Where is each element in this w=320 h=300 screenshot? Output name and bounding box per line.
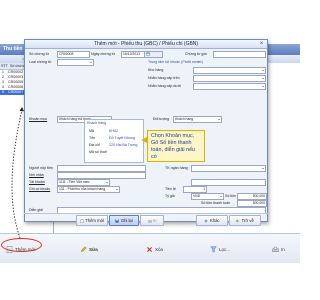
info-ten-value: Đỗ Tuyết Nhung (109, 136, 135, 140)
tai-khoan-extra-field[interactable] (191, 179, 266, 186)
print-button[interactable]: In (272, 237, 285, 261)
info-dia-chi-label: Địa chỉ (89, 143, 100, 147)
kho-hang-label: Kho hàng (148, 68, 164, 72)
save-disk-icon (115, 218, 119, 223)
so-chung-tu-field[interactable]: CR00008 (57, 51, 90, 58)
customer-info-box: Khách hàng Mã KH02 Tên Đỗ Tuyết Nhung Đị… (84, 119, 144, 163)
ghi-co-select[interactable]: 131 - Phải thu của khách hàng (57, 186, 120, 193)
ty-gia-field[interactable]: 1 (183, 186, 207, 193)
other-actions-icon (205, 219, 208, 222)
delete-x-icon (147, 246, 152, 252)
info-dia-chi-value: 120 Hai Bà Trưng (109, 143, 138, 147)
row-so-ct: CR00007 (8, 90, 24, 94)
nguoi-nop-field[interactable] (57, 165, 146, 172)
printer-icon (272, 246, 279, 252)
info-ma-label: Mã (89, 129, 94, 133)
ty-gia-label: Tỷ giá (165, 194, 175, 198)
back-button[interactable]: Trở về (229, 215, 261, 226)
kho-hang-select[interactable] (193, 67, 266, 74)
info-section-heading: Khách hàng (87, 121, 107, 125)
voucher-dialog: Thêm mới - Phiếu thu (GBC) / Phiếu chi (… (24, 39, 268, 222)
profit-center-heading: Trung tâm lợi nhuận (Profit center) (148, 60, 203, 64)
nguoi-nop-label: Người nộp tiền (29, 166, 53, 170)
so-tien-label: Số tiền (225, 194, 237, 198)
noi-nhan-label: Nơi nhận (29, 173, 44, 177)
khoan-muc-label: Khoản mục (29, 117, 48, 121)
loai-chung-tu-select[interactable] (57, 59, 94, 66)
doi-tuong-select[interactable]: Khách hàng (173, 116, 222, 123)
so-tien-field[interactable]: 500,000 (237, 193, 267, 200)
nhan-hang-cap-tren-label: Nhãn hàng cấp trên (148, 76, 180, 80)
back-label: Trở về (241, 218, 254, 223)
so-chung-tu-label: Số chứng từ (29, 52, 49, 56)
edit-button[interactable]: Sửa (80, 237, 98, 261)
row-stt: 5 (2, 90, 4, 94)
info-ma-value: KH02 (109, 129, 118, 133)
other-button[interactable]: Khác (196, 215, 228, 226)
close-icon[interactable]: × (258, 41, 265, 48)
dialog-print-button[interactable]: In (140, 215, 164, 226)
ngay-chung-tu-label: Ngày chứng từ (91, 52, 115, 56)
printer-icon (147, 219, 152, 222)
loai-chung-tu-label: Loại chứng từ (29, 60, 52, 64)
filter-funnel-icon (210, 245, 217, 253)
save-button[interactable]: Ghi lại (109, 215, 139, 226)
ngay-chung-tu-field[interactable]: 16/12/2013 (121, 51, 146, 58)
new-document-icon (80, 218, 84, 223)
calendar-button[interactable] (144, 51, 163, 58)
delete-label: Xóa (155, 246, 164, 252)
chung-tu-goc-label: Chứng từ gốc (185, 52, 208, 56)
nhan-hang-cap-duoi-label: Nhãn hàng cấp dưới (148, 84, 181, 88)
delete-button[interactable]: Xóa (146, 237, 163, 261)
tien-te-select[interactable]: VND (191, 193, 224, 200)
dialog-divider (24, 213, 270, 214)
filter-button[interactable]: Lọc... (210, 237, 230, 261)
back-arrow-icon (236, 219, 240, 222)
info-mst-label: Mã số thuế (89, 150, 107, 154)
col-header-stt: STT (1, 63, 8, 68)
filter-label: Lọc... (219, 246, 231, 252)
chung-tu-goc-field[interactable] (213, 51, 266, 58)
nhan-hang-cap-tren-select[interactable] (193, 75, 266, 82)
calendar-icon (146, 52, 150, 56)
highlight-ring (1, 238, 42, 252)
tk-ngan-hang-label: TK ngân hàng (165, 166, 188, 170)
edit-label: Sửa (89, 246, 98, 252)
nhan-hang-cap-duoi-select[interactable] (193, 83, 266, 90)
so-tien-thanh-toan-field[interactable]: 500,000 (237, 200, 267, 207)
bottom-toolbar: Thêm mới Sửa Xóa Lọc... In (0, 233, 300, 263)
save-label: Ghi lại (120, 218, 133, 223)
empty-area (0, 263, 300, 300)
noi-nhan-field[interactable] (57, 172, 146, 179)
hint-callout: Chọn Khoản mục, Gõ Số tiền thanh toán, d… (147, 130, 205, 162)
dialog-add-new-label: Thêm mới (85, 218, 105, 223)
other-label: Khác (209, 218, 220, 223)
doi-tuong-label: Đối tượng (153, 117, 170, 121)
dialog-add-new-button[interactable]: Thêm mới (76, 215, 108, 226)
tai-khoan-label: Tài khoản (29, 180, 45, 184)
so-tien-thanh-toan-label: Số tiền thanh toán (201, 201, 231, 205)
ghi-co-label: Ghi có khoản (29, 187, 51, 191)
edit-pencil-icon (81, 245, 87, 252)
tai-khoan-select[interactable]: 1111 - Tiền Việt nam (57, 179, 110, 186)
info-ten-label: Tên (89, 136, 96, 140)
tien-te-label: Tiền tệ (165, 187, 176, 191)
print-label: In (281, 246, 285, 252)
dialog-print-label: In (153, 218, 157, 223)
dien-giai-label: Diễn giải (29, 208, 43, 212)
tk-ngan-hang-select[interactable] (191, 165, 266, 172)
dialog-title: Thêm mới - Phiếu thu (GBC) / Phiếu chi (… (25, 40, 267, 49)
